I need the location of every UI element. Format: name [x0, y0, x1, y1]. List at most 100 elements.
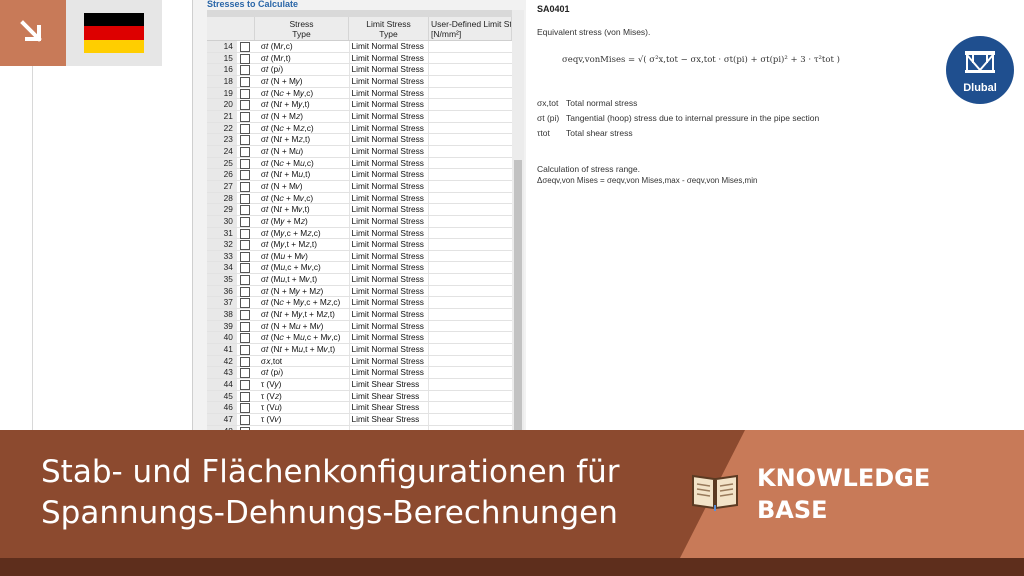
row-checkbox[interactable] [236, 180, 255, 192]
user-limit-cell[interactable] [428, 64, 512, 75]
header-stress-type[interactable]: Stress Type [255, 17, 349, 40]
user-limit-cell[interactable] [428, 320, 512, 332]
user-limit-cell[interactable] [428, 99, 512, 110]
user-limit-cell[interactable] [428, 204, 512, 215]
table-row[interactable]: 27 σ𝑡 (N + M𝑣) Limit Normal Stress [207, 180, 512, 193]
user-limit-cell[interactable] [428, 297, 512, 309]
user-limit-cell[interactable] [428, 145, 512, 157]
checkbox-box[interactable] [239, 65, 250, 76]
table-row[interactable]: 19 σ𝑡 (N𝑐 + M𝑦,c) Limit Normal Stress [207, 87, 512, 100]
checkbox-box[interactable] [239, 275, 250, 286]
checkbox-box[interactable] [239, 193, 250, 204]
table-row[interactable]: 30 σ𝑡 (M𝑦 + M𝑧) Limit Normal Stress [207, 215, 512, 228]
row-checkbox[interactable] [236, 41, 255, 52]
user-limit-cell[interactable] [428, 414, 512, 425]
row-checkbox[interactable] [236, 309, 255, 321]
table-row[interactable]: 44 τ (V𝑦) Limit Shear Stress [207, 379, 512, 391]
table-row[interactable]: 32 σ𝑡 (M𝑦,t + M𝑧,t) Limit Normal Stress [207, 239, 512, 251]
user-limit-cell[interactable] [428, 169, 512, 180]
table-row[interactable]: 37 σ𝑡 (N𝑐 + M𝑦,c + M𝑧,c) Limit Normal Stre… [207, 297, 512, 310]
checkbox-box[interactable] [239, 228, 250, 239]
table-row[interactable]: 46 τ (V𝑢) Limit Shear Stress [207, 402, 512, 414]
user-limit-cell[interactable] [428, 134, 512, 145]
user-limit-cell[interactable] [428, 355, 512, 367]
table-row[interactable]: 42 σ𝑥,tot Limit Normal Stress [207, 355, 512, 368]
checkbox-box[interactable] [239, 181, 250, 192]
row-checkbox[interactable] [236, 250, 255, 262]
row-checkbox[interactable] [236, 52, 255, 64]
user-limit-cell[interactable] [428, 87, 512, 99]
row-checkbox[interactable] [236, 367, 255, 379]
user-limit-cell[interactable] [428, 52, 512, 64]
row-checkbox[interactable] [236, 262, 255, 274]
row-checkbox[interactable] [236, 297, 255, 309]
user-limit-cell[interactable] [428, 344, 512, 355]
user-limit-cell[interactable] [428, 274, 512, 285]
table-row[interactable]: 28 σ𝑡 (N𝑐 + M𝑣,c) Limit Normal Stress [207, 192, 512, 205]
checkbox-box[interactable] [239, 298, 250, 309]
user-limit-cell[interactable] [428, 332, 512, 344]
row-checkbox[interactable] [236, 355, 255, 367]
user-limit-cell[interactable] [428, 285, 512, 297]
table-row[interactable]: 35 σ𝑡 (M𝑢,t + M𝑣,t) Limit Normal Stress [207, 274, 512, 286]
table-row[interactable]: 23 σ𝑡 (N𝑡 + M𝑧,t) Limit Normal Stress [207, 134, 512, 146]
row-checkbox[interactable] [236, 274, 255, 286]
checkbox-box[interactable] [239, 216, 250, 227]
user-limit-cell[interactable] [428, 239, 512, 250]
user-limit-cell[interactable] [428, 250, 512, 262]
scrollbar-thumb[interactable] [514, 160, 522, 430]
table-row[interactable]: 38 σ𝑡 (N𝑡 + M𝑦,t + M𝑧,t) Limit Normal Stre… [207, 309, 512, 321]
table-row[interactable]: 41 σ𝑡 (N𝑡 + M𝑢,t + M𝑣,t) Limit Normal Stre… [207, 344, 512, 356]
table-scrollbar[interactable] [512, 10, 524, 430]
checkbox-box[interactable] [239, 380, 250, 391]
row-checkbox[interactable] [236, 239, 255, 251]
table-row[interactable]: 21 σ𝑡 (N + M𝑧) Limit Normal Stress [207, 110, 512, 123]
user-limit-cell[interactable] [428, 379, 512, 390]
checkbox-box[interactable] [239, 240, 250, 251]
row-checkbox[interactable] [236, 192, 255, 204]
row-checkbox[interactable] [236, 157, 255, 169]
row-checkbox[interactable] [236, 75, 255, 87]
user-limit-cell[interactable] [428, 192, 512, 204]
row-checkbox[interactable] [236, 332, 255, 344]
checkbox-box[interactable] [239, 286, 250, 297]
checkbox-box[interactable] [239, 205, 250, 216]
table-row[interactable]: 43 σ𝑡 (p𝑖) Limit Normal Stress [207, 367, 512, 380]
checkbox-box[interactable] [239, 42, 250, 52]
checkbox-box[interactable] [239, 345, 250, 356]
checkbox-box[interactable] [239, 123, 250, 134]
row-checkbox[interactable] [236, 402, 255, 414]
table-row[interactable]: 36 σ𝑡 (N + M𝑦 + M𝑧) Limit Normal Stress [207, 285, 512, 298]
checkbox-box[interactable] [239, 333, 250, 344]
row-checkbox[interactable] [236, 134, 255, 146]
row-checkbox[interactable] [236, 99, 255, 111]
table-row[interactable]: 39 σ𝑡 (N + M𝑢 + M𝑣) Limit Normal Stress [207, 320, 512, 333]
checkbox-box[interactable] [239, 88, 250, 99]
table-row[interactable]: 25 σ𝑡 (N𝑐 + M𝑢,c) Limit Normal Stress [207, 157, 512, 170]
checkbox-box[interactable] [239, 158, 250, 169]
checkbox-box[interactable] [239, 135, 250, 146]
table-row[interactable]: 20 σ𝑡 (N𝑡 + M𝑦,t) Limit Normal Stress [207, 99, 512, 111]
table-row[interactable]: 22 σ𝑡 (N𝑐 + M𝑧,c) Limit Normal Stress [207, 122, 512, 135]
header-limit-type[interactable]: Limit Stress Type [349, 17, 429, 40]
user-limit-cell[interactable] [428, 402, 512, 413]
table-row[interactable]: 34 σ𝑡 (M𝑢,c + M𝑣,c) Limit Normal Stress [207, 262, 512, 275]
table-row[interactable]: 15 σ𝑡 (M𝑟,t) Limit Normal Stress [207, 52, 512, 65]
table-row[interactable]: 33 σ𝑡 (M𝑢 + M𝑣) Limit Normal Stress [207, 250, 512, 263]
user-limit-cell[interactable] [428, 41, 512, 52]
checkbox-box[interactable] [239, 391, 250, 402]
checkbox-box[interactable] [239, 415, 250, 425]
user-limit-cell[interactable] [428, 122, 512, 134]
row-checkbox[interactable] [236, 215, 255, 227]
user-limit-cell[interactable] [428, 180, 512, 192]
checkbox-box[interactable] [239, 53, 250, 64]
checkbox-box[interactable] [239, 263, 250, 274]
user-limit-cell[interactable] [428, 367, 512, 379]
checkbox-box[interactable] [239, 170, 250, 181]
table-row[interactable]: 26 σ𝑡 (N𝑡 + M𝑢,t) Limit Normal Stress [207, 169, 512, 181]
table-row[interactable]: 40 σ𝑡 (N𝑐 + M𝑢,c + M𝑣,c) Limit Normal Stre… [207, 332, 512, 345]
user-limit-cell[interactable] [428, 75, 512, 87]
checkbox-box[interactable] [239, 321, 250, 332]
row-checkbox[interactable] [236, 110, 255, 122]
user-limit-cell[interactable] [428, 157, 512, 169]
